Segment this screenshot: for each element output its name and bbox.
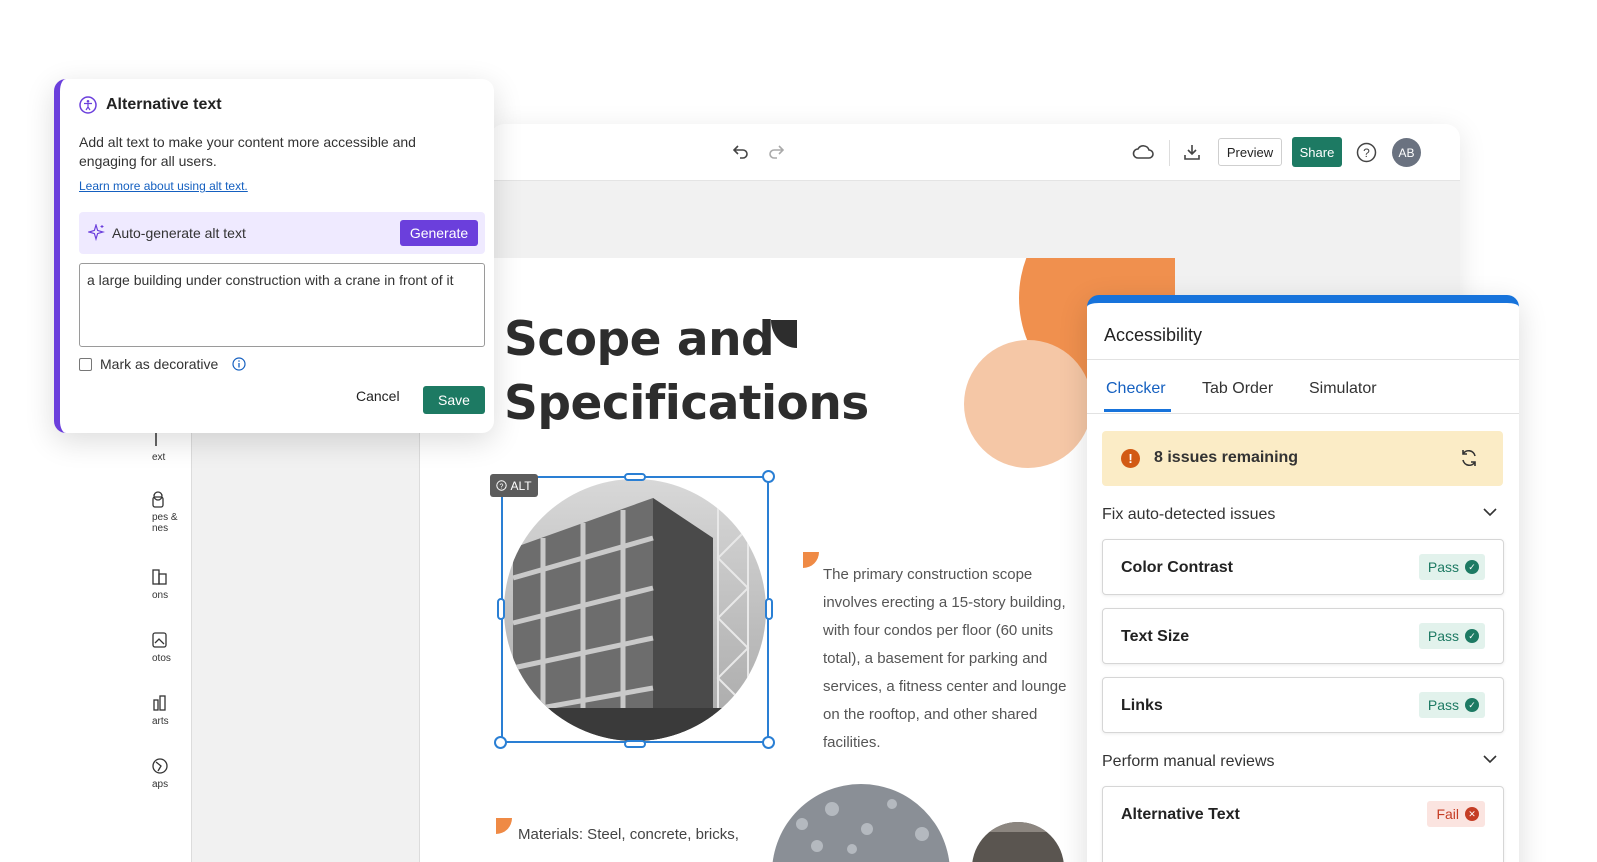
- refresh-icon[interactable]: [1459, 448, 1479, 468]
- tab-simulator[interactable]: Simulator: [1309, 380, 1377, 398]
- user-avatar[interactable]: AB: [1392, 138, 1421, 167]
- slide-title[interactable]: Scope and Specifications: [504, 308, 869, 436]
- rail-item-charts[interactable]: arts: [152, 694, 192, 727]
- share-button[interactable]: Share: [1292, 137, 1342, 167]
- decorative-label: Mark as decorative: [100, 356, 219, 372]
- redo-icon[interactable]: [765, 138, 787, 166]
- dialog-title: Alternative text: [106, 96, 222, 113]
- chevron-down-icon[interactable]: [1483, 755, 1497, 764]
- insert-panel: [192, 420, 420, 862]
- chevron-down-icon[interactable]: [1483, 508, 1497, 517]
- auto-generate-row: Auto-generate alt text Generate: [79, 212, 485, 254]
- issues-count: 8 issues remaining: [1154, 449, 1299, 466]
- issues-banner: ! 8 issues remaining: [1102, 431, 1503, 486]
- maps-icon: [152, 758, 168, 774]
- warning-icon: !: [1121, 449, 1140, 468]
- top-toolbar: Preview Share ? AB: [490, 124, 1460, 181]
- tab-tab-order[interactable]: Tab Order: [1202, 380, 1273, 398]
- status-badge: Pass ✓: [1418, 692, 1485, 718]
- dialog-description: Add alt text to make your content more a…: [79, 134, 416, 169]
- toolbar-divider: [1169, 140, 1170, 166]
- panel-title: Accessibility: [1104, 325, 1203, 345]
- accessibility-panel: Accessibility Checker Tab Order Simulato…: [1087, 295, 1519, 862]
- resize-handle-bottom[interactable]: [624, 740, 646, 748]
- resize-handle-top[interactable]: [624, 473, 646, 481]
- accent-leaf-2: [496, 818, 512, 834]
- check-links[interactable]: Links Pass ✓: [1102, 677, 1504, 733]
- rail-item-icons[interactable]: ons: [152, 568, 192, 601]
- panel-divider: [1087, 359, 1519, 360]
- auto-generate-label: Auto-generate alt text: [112, 225, 246, 241]
- info-icon[interactable]: [232, 357, 246, 371]
- slide-body-text[interactable]: The primary construction scope involves …: [823, 561, 1073, 757]
- active-tab-indicator: [1104, 409, 1171, 412]
- help-icon[interactable]: ?: [1354, 138, 1378, 166]
- status-badge: Pass ✓: [1418, 554, 1485, 580]
- manual-review-section[interactable]: Perform manual reviews: [1102, 753, 1275, 771]
- alt-text-input[interactable]: a large building under construction with…: [79, 263, 485, 347]
- image-selection-box[interactable]: [501, 476, 769, 743]
- resize-handle-bl[interactable]: [494, 736, 507, 749]
- check-alternative-text[interactable]: Alternative Text Fail ✕: [1102, 786, 1504, 862]
- save-button[interactable]: Save: [423, 386, 485, 414]
- insert-rail: ext pes & nes ons otos arts aps: [152, 420, 192, 862]
- check-circle-icon: ✓: [1465, 698, 1479, 712]
- cancel-button[interactable]: Cancel: [356, 388, 400, 404]
- tabs-divider: [1087, 413, 1519, 414]
- status-badge: Fail ✕: [1427, 801, 1485, 827]
- stone-photo[interactable]: [972, 822, 1064, 862]
- status-badge: Pass ✓: [1418, 623, 1485, 649]
- svg-text:?: ?: [1363, 146, 1370, 160]
- check-color-contrast[interactable]: Color Contrast Pass ✓: [1102, 539, 1504, 595]
- resize-handle-left[interactable]: [497, 598, 505, 620]
- alt-badge[interactable]: ? ALT: [490, 474, 538, 497]
- check-circle-icon: ✓: [1465, 560, 1479, 574]
- svg-text:?: ?: [500, 483, 504, 490]
- resize-handle-tr[interactable]: [762, 470, 775, 483]
- check-circle-icon: ✓: [1465, 629, 1479, 643]
- shapes-icon: [152, 491, 164, 508]
- icons-icon: [152, 569, 167, 585]
- rail-item-photos[interactable]: otos: [152, 631, 192, 664]
- accent-leaf: [803, 552, 819, 568]
- accessibility-icon: [79, 96, 97, 114]
- gravel-photo[interactable]: [772, 784, 952, 862]
- materials-text[interactable]: Materials: Steel, concrete, bricks,: [518, 826, 739, 843]
- sparkle-icon: [88, 224, 105, 241]
- alt-text-dialog: Alternative text Add alt text to make yo…: [54, 79, 494, 433]
- tab-checker[interactable]: Checker: [1106, 380, 1166, 398]
- rail-item-shapes[interactable]: pes & nes: [152, 490, 192, 534]
- photos-icon: [152, 632, 167, 648]
- app-stage: Preview Share ? AB ext pes & nes ons oto…: [0, 0, 1597, 862]
- decorative-checkbox[interactable]: [79, 357, 92, 371]
- generate-button[interactable]: Generate: [400, 220, 478, 246]
- resize-handle-br[interactable]: [762, 736, 775, 749]
- resize-handle-right[interactable]: [765, 598, 773, 620]
- undo-icon[interactable]: [730, 138, 752, 166]
- charts-icon: [153, 695, 166, 711]
- rail-item-maps[interactable]: aps: [152, 757, 192, 790]
- check-text-size[interactable]: Text Size Pass ✓: [1102, 608, 1504, 664]
- cloud-sync-icon[interactable]: [1130, 138, 1156, 166]
- learn-more-link[interactable]: Learn more about using alt text.: [79, 179, 248, 193]
- x-circle-icon: ✕: [1465, 807, 1479, 821]
- auto-detected-section[interactable]: Fix auto-detected issues: [1102, 506, 1275, 524]
- decorative-row: Mark as decorative: [79, 356, 246, 372]
- rail-item-text[interactable]: ext: [152, 430, 192, 463]
- help-circle-icon: ?: [496, 480, 508, 491]
- download-icon[interactable]: [1180, 138, 1204, 166]
- preview-button[interactable]: Preview: [1218, 138, 1282, 166]
